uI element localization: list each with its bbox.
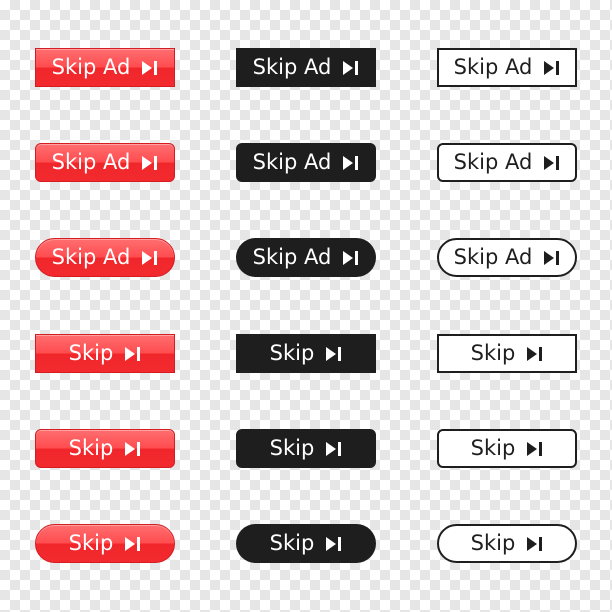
button-label: Skip <box>470 436 516 460</box>
skip-ad-button-outline-pill[interactable]: Skip Ad <box>437 238 577 277</box>
button-label: Skip Ad <box>453 245 533 269</box>
skip-next-icon <box>527 346 543 361</box>
skip-next-icon <box>527 441 543 456</box>
skip-button-red-pill[interactable]: Skip <box>35 524 175 563</box>
skip-next-icon <box>544 155 560 170</box>
button-label: Skip <box>269 341 315 365</box>
skip-ad-button-black-square[interactable]: Skip Ad <box>236 48 376 87</box>
skip-next-icon <box>527 536 543 551</box>
skip-ad-button-red-square[interactable]: Skip Ad <box>35 48 175 87</box>
skip-next-icon <box>544 60 560 75</box>
skip-button-outline-square[interactable]: Skip <box>437 334 577 373</box>
button-label: Skip Ad <box>252 150 332 174</box>
button-label: Skip Ad <box>252 245 332 269</box>
button-label: Skip <box>68 341 114 365</box>
skip-button-black-square[interactable]: Skip <box>236 334 376 373</box>
skip-ad-button-black-rounded[interactable]: Skip Ad <box>236 143 376 182</box>
skip-button-red-rounded[interactable]: Skip <box>35 429 175 468</box>
skip-button-red-square[interactable]: Skip <box>35 334 175 373</box>
skip-next-icon <box>142 60 158 75</box>
skip-buttons-sheet: { "labels": { "skip_ad": "Skip Ad", "ski… <box>0 0 612 612</box>
skip-button-outline-pill[interactable]: Skip <box>437 524 577 563</box>
skip-next-icon <box>343 60 359 75</box>
skip-button-outline-rounded[interactable]: Skip <box>437 429 577 468</box>
button-label: Skip <box>470 341 516 365</box>
skip-next-icon <box>343 155 359 170</box>
skip-next-icon <box>544 250 560 265</box>
button-label: Skip <box>68 436 114 460</box>
button-label: Skip <box>269 436 315 460</box>
button-label: Skip Ad <box>453 150 533 174</box>
skip-next-icon <box>142 155 158 170</box>
button-label: Skip <box>470 531 516 555</box>
skip-ad-button-red-rounded[interactable]: Skip Ad <box>35 143 175 182</box>
skip-next-icon <box>125 441 141 456</box>
skip-ad-button-black-pill[interactable]: Skip Ad <box>236 238 376 277</box>
button-label: Skip <box>68 531 114 555</box>
button-label: Skip Ad <box>51 150 131 174</box>
skip-next-icon <box>326 536 342 551</box>
skip-next-icon <box>343 250 359 265</box>
skip-ad-button-red-pill[interactable]: Skip Ad <box>35 238 175 277</box>
skip-ad-button-outline-square[interactable]: Skip Ad <box>437 48 577 87</box>
skip-button-black-pill[interactable]: Skip <box>236 524 376 563</box>
button-label: Skip Ad <box>453 55 533 79</box>
button-label: Skip Ad <box>51 245 131 269</box>
skip-next-icon <box>125 536 141 551</box>
button-label: Skip Ad <box>51 55 131 79</box>
button-label: Skip <box>269 531 315 555</box>
button-label: Skip Ad <box>252 55 332 79</box>
skip-button-black-rounded[interactable]: Skip <box>236 429 376 468</box>
skip-ad-button-outline-rounded[interactable]: Skip Ad <box>437 143 577 182</box>
skip-next-icon <box>142 250 158 265</box>
skip-next-icon <box>326 346 342 361</box>
skip-next-icon <box>326 441 342 456</box>
skip-next-icon <box>125 346 141 361</box>
